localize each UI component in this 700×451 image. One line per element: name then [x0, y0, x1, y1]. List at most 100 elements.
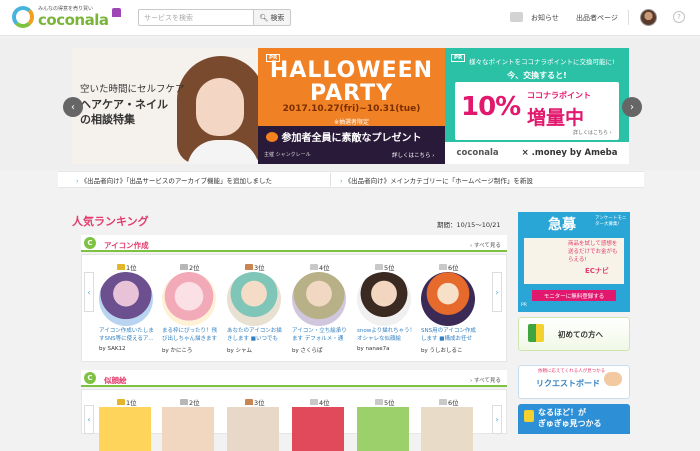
ad-brand: ECナビ — [585, 267, 609, 275]
points-brand-footer: coconala × .money by Ameba — [445, 142, 629, 164]
category-icon: C — [84, 237, 96, 249]
coconala-brand: coconala — [456, 148, 499, 158]
money-brand: × .money by Ameba — [521, 148, 618, 158]
carousel-next-button[interactable]: › — [622, 97, 642, 117]
service-title-link[interactable]: アイコン・立ち絵承ります デフォルメ・通 — [292, 327, 352, 343]
ranking-next-button[interactable]: › — [492, 405, 502, 434]
banner-haircare[interactable]: 空いた時間にセルフケア ヘアケア・ネイル の相談特集 — [72, 48, 258, 164]
rank-label: 6位 — [439, 262, 459, 272]
service-thumbnail[interactable] — [99, 272, 153, 326]
ad-title: 急募 — [548, 217, 576, 233]
search-button[interactable]: 🔍︎ 検索 — [253, 9, 291, 26]
service-title-link[interactable]: あなたのアイコンお描きします ■いつでも — [227, 327, 287, 343]
help-icon[interactable]: ? — [673, 11, 685, 23]
ranking-prev-button[interactable]: ‹ — [84, 405, 94, 434]
banner-haircare-line2: ヘアケア・ネイル — [80, 98, 168, 111]
search-icon: 🔍︎ — [259, 13, 269, 22]
service-title-link[interactable]: snowより描れちゃう！オシャレな似顔絵 — [357, 327, 417, 343]
seller-name[interactable]: by nanae7a — [357, 346, 389, 352]
banner-halloween[interactable]: PR HALLOWEEN PARTY 2017.10.27(fri)~10.31… — [258, 48, 445, 164]
see-all-link[interactable]: › すべて見る — [470, 241, 501, 249]
halloween-host: 主催 シャンクレール — [264, 152, 311, 158]
ad-subtitle: アンケートモニター大募集! — [595, 216, 627, 227]
category-icon: C — [84, 372, 96, 384]
service-thumbnail[interactable] — [162, 272, 216, 326]
rank-label: 1位 — [117, 262, 137, 272]
service-thumbnail[interactable] — [421, 407, 473, 451]
seller-name[interactable]: by さくらぱ — [292, 346, 323, 354]
rank-number: 1位 — [126, 264, 137, 272]
rank-number: 4位 — [319, 264, 330, 272]
ranking-title: 人気ランキング — [72, 215, 149, 228]
banner-haircare-line1: 空いた時間にセルフケア — [80, 84, 185, 95]
crown-icon — [375, 264, 383, 270]
avatar[interactable] — [640, 9, 657, 26]
rank-label: 2位 — [180, 262, 200, 272]
rank-label: 3位 — [245, 397, 265, 407]
ranking-prev-button[interactable]: ‹ — [84, 272, 94, 312]
rank-number: 2位 — [189, 264, 200, 272]
service-thumbnail[interactable] — [357, 407, 409, 451]
banner-points[interactable]: PR 様々なポイントをココナラポイントに交換可能に! 今、交換すると! 10% … — [445, 48, 629, 164]
section-title[interactable]: アイコン作成 — [104, 240, 149, 251]
seller-name[interactable]: by かにころ — [162, 346, 192, 354]
service-thumbnail[interactable] — [227, 272, 281, 326]
news-item[interactable]: › 《出品者向け》メインカテゴリーに「ホームページ制作」を新設 — [340, 175, 533, 185]
service-title-link[interactable]: SNS用のアイコン作成します ■構成お任せ — [421, 327, 481, 343]
ranking-period: 期間：10/15〜10/21 — [437, 221, 501, 229]
service-thumbnail[interactable] — [292, 407, 344, 451]
notice-link[interactable]: お知らせ — [531, 13, 559, 23]
coconala-logo-icon[interactable] — [12, 6, 34, 28]
banner-haircare-text: 空いた時間にセルフケア ヘアケア・ネイル の相談特集 — [80, 82, 190, 127]
service-thumbnail[interactable] — [99, 407, 151, 451]
rank-number: 3位 — [254, 264, 265, 272]
seller-name[interactable]: by シャム — [227, 346, 252, 354]
service-thumbnail[interactable] — [162, 407, 214, 451]
rank-label: 4位 — [310, 262, 330, 272]
points-line2: 今、交換すると! — [507, 71, 567, 80]
rank-number: 5位 — [384, 264, 395, 272]
beginner-mark-icon — [528, 324, 544, 342]
halloween-dates: 2017.10.27(fri)~10.31(tue) — [282, 104, 421, 114]
see-all-link[interactable]: › すべて見る — [470, 376, 501, 384]
seller-page-link[interactable]: 出品者ページ — [576, 13, 618, 23]
ad-text: 商品を試して感想を送るだけでお金がもらえる! — [568, 241, 618, 263]
service-thumbnail[interactable] — [421, 272, 475, 326]
service-title-link[interactable]: まる枠にぴったり！飛び出しちゃん描きます — [162, 327, 222, 343]
carousel-prev-button[interactable]: ‹ — [63, 97, 83, 117]
rank-label: 6位 — [439, 397, 459, 407]
rank-number: 6位 — [448, 264, 459, 272]
crown-icon — [439, 264, 447, 270]
crown-icon — [180, 399, 188, 405]
news-item[interactable]: › 《出品者向け》「出品サービスのアーカイブ機能」を追加しました — [76, 175, 272, 185]
news-divider — [330, 173, 331, 186]
rank-number: 1位 — [126, 399, 137, 407]
ad-register-button[interactable]: モニターに無料登録する — [532, 290, 616, 301]
chat-icon[interactable] — [510, 12, 523, 22]
seller-name[interactable]: by SAK12 — [99, 346, 125, 352]
points-label: ココナラポイント — [527, 91, 591, 100]
crown-icon — [117, 399, 125, 405]
crown-icon — [310, 399, 318, 405]
service-title-link[interactable]: アイコン作成いたしますSNS等に使えるア... — [99, 327, 159, 343]
service-thumbnail[interactable] — [292, 272, 346, 326]
rank-label: 1位 — [117, 397, 137, 407]
ranking-next-button[interactable]: › — [492, 272, 502, 312]
crown-icon — [117, 264, 125, 270]
crown-icon — [375, 399, 383, 405]
crown-icon — [310, 264, 318, 270]
section-title[interactable]: 似顔絵 — [104, 375, 127, 386]
hand-icon — [604, 372, 622, 386]
lightbulb-icon — [524, 410, 534, 422]
service-thumbnail[interactable] — [357, 272, 411, 326]
logo-wordmark[interactable]: coconala — [38, 11, 109, 29]
points-detail-link[interactable]: 詳しくはこちら › — [573, 129, 612, 136]
pr-badge: PR — [451, 54, 466, 62]
rank-label: 2位 — [180, 397, 200, 407]
search-button-label: 検索 — [270, 13, 285, 22]
halloween-more-link[interactable]: 詳しくはこちら › — [392, 151, 434, 159]
points-percent: 10% — [461, 92, 521, 122]
service-thumbnail[interactable] — [227, 407, 279, 451]
search-input[interactable] — [139, 10, 249, 25]
seller-name[interactable]: by うしおしるこ — [421, 346, 463, 354]
